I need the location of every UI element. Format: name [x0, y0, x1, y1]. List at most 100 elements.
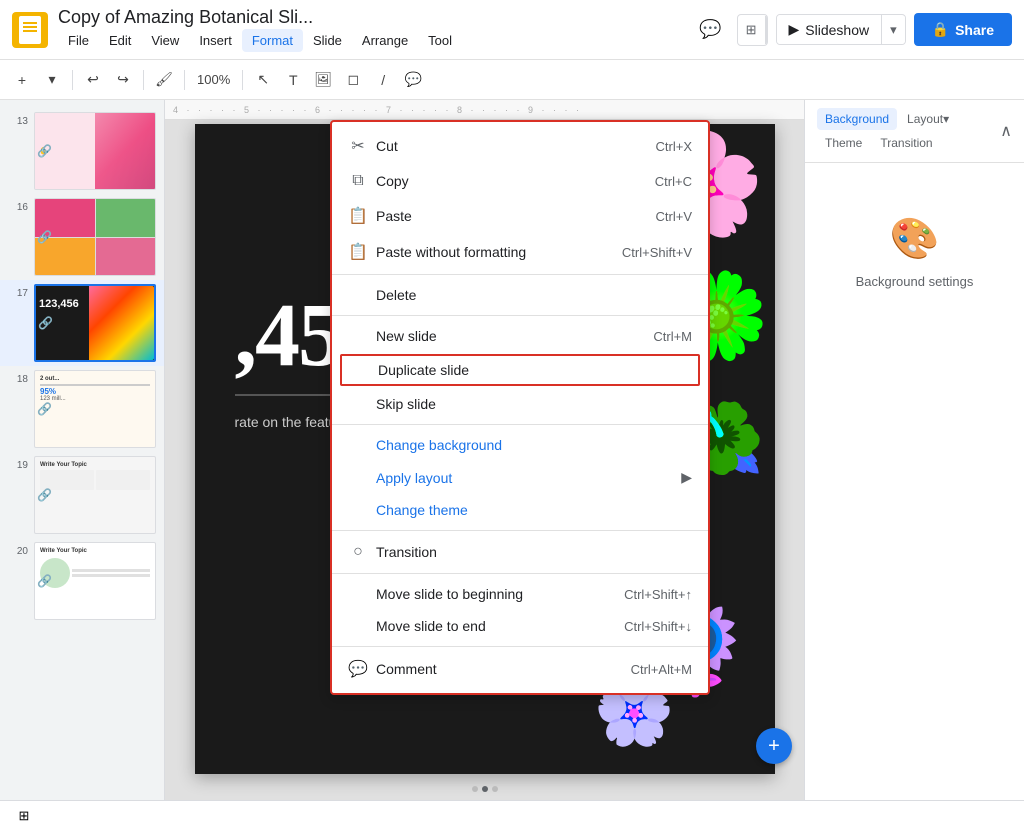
- redo-button[interactable]: ↪: [109, 66, 137, 94]
- cursor-tool[interactable]: ↖: [249, 66, 277, 94]
- add-button[interactable]: +: [8, 66, 36, 94]
- tab-transition[interactable]: Transition: [872, 132, 940, 154]
- slide-item-17[interactable]: 17 123,456 🔗: [0, 280, 164, 366]
- ctx-transition[interactable]: ○ Transition: [332, 535, 708, 569]
- ctx-paste[interactable]: 📋 Paste Ctrl+V: [332, 198, 708, 234]
- header-right: 💬 ⊞ ▶ Slideshow ▾ 🔒 Share: [693, 12, 1012, 48]
- ctx-skip-slide-label: Skip slide: [376, 396, 436, 412]
- slide-number-19: 19: [8, 460, 28, 471]
- ctx-duplicate-slide[interactable]: Duplicate slide ↖: [340, 354, 700, 386]
- ctx-new-slide-shortcut: Ctrl+M: [653, 329, 692, 344]
- canvas-area: 4 · · · · · 5 · · · · · 6 · · · · · 7 · …: [165, 100, 804, 800]
- image-tool[interactable]: 🖼: [309, 66, 337, 94]
- slide-item-13[interactable]: 13 ✋ 🔗: [0, 108, 164, 194]
- slideshow-monitor-icon: ▶: [789, 21, 800, 38]
- comment-tool[interactable]: 💬: [399, 66, 427, 94]
- slide-number-20: 20: [8, 546, 28, 557]
- menu-file[interactable]: File: [58, 29, 99, 52]
- menu-arrange[interactable]: Arrange: [352, 29, 418, 52]
- ctx-apply-layout[interactable]: Apply layout ▶: [332, 461, 708, 494]
- ctx-change-theme[interactable]: Change theme: [332, 494, 708, 526]
- right-panel-header: Background Layout▾ Theme Transition ∧: [805, 100, 1024, 163]
- ctx-duplicate-slide-label: Duplicate slide: [378, 362, 469, 378]
- shape-tool[interactable]: ◻: [339, 66, 367, 94]
- slideshow-dropdown-button[interactable]: ▾: [882, 16, 905, 44]
- tab-theme[interactable]: Theme: [817, 132, 870, 154]
- menu-edit[interactable]: Edit: [99, 29, 141, 52]
- slide-link-16: 🔗: [37, 230, 52, 244]
- toolbar-separator-2: [143, 70, 144, 90]
- ctx-separator-3: [332, 424, 708, 425]
- ctx-skip-slide[interactable]: Skip slide: [332, 388, 708, 420]
- slide-number-13: 13: [8, 116, 28, 127]
- toolbar-separator-4: [242, 70, 243, 90]
- ctx-change-background[interactable]: Change background: [332, 429, 708, 461]
- background-placeholder-text: Background settings: [817, 274, 1012, 289]
- slide-thumb-13: ✋ 🔗: [34, 112, 156, 190]
- present-expand-button[interactable]: ⊞: [738, 16, 766, 44]
- right-panel-close[interactable]: ∧: [1000, 121, 1012, 141]
- ctx-paste-label: Paste: [376, 208, 412, 224]
- grid-view-button[interactable]: ⊞: [12, 804, 36, 828]
- slides-panel: 13 ✋ 🔗 16 🔗: [0, 100, 165, 800]
- ctx-new-slide[interactable]: New slide Ctrl+M: [332, 320, 708, 352]
- ctx-cut[interactable]: ✂ Cut Ctrl+X: [332, 128, 708, 164]
- right-panel-placeholder: 🎨 Background settings: [817, 215, 1012, 289]
- ctx-copy-label: Copy: [376, 173, 409, 189]
- bottom-left: ⊞: [12, 804, 36, 828]
- bottom-bar: ⊞: [0, 800, 1024, 830]
- slide-link-17: 🔗: [38, 316, 53, 330]
- slide-item-16[interactable]: 16 🔗: [0, 194, 164, 280]
- ctx-paste-no-format[interactable]: 📋 Paste without formatting Ctrl+Shift+V: [332, 234, 708, 270]
- ctx-transition-label: Transition: [376, 544, 437, 560]
- menu-format[interactable]: Format: [242, 29, 303, 52]
- present-expand-icon: ⊞: [746, 22, 757, 37]
- undo-button[interactable]: ↩: [79, 66, 107, 94]
- ctx-separator-4: [332, 530, 708, 531]
- add-slide-button[interactable]: +: [756, 728, 792, 764]
- slide-item-19[interactable]: 19 Write Your Topic 🔗: [0, 452, 164, 538]
- menu-tool[interactable]: Tool: [418, 29, 462, 52]
- ctx-comment[interactable]: 💬 Comment Ctrl+Alt+M: [332, 651, 708, 687]
- slide-item-20[interactable]: 20 Write Your Topic 🔗: [0, 538, 164, 624]
- tab-background[interactable]: Background: [817, 108, 897, 130]
- ctx-move-end-label: Move slide to end: [376, 618, 486, 634]
- zoom-button[interactable]: 100%: [191, 66, 236, 94]
- paint-format-button[interactable]: 🖌: [150, 66, 178, 94]
- slide-item-18[interactable]: 18 2 out... 95% 123 mill... 🔗: [0, 366, 164, 452]
- ctx-separator-6: [332, 646, 708, 647]
- slide-thumb-18: 2 out... 95% 123 mill... 🔗: [34, 370, 156, 448]
- toolbar: + ▾ ↩ ↪ 🖌 100% ↖ T 🖼 ◻ / 💬: [0, 60, 1024, 100]
- apply-layout-arrow: ▶: [681, 469, 692, 486]
- chevron-down-icon: ▾: [890, 22, 897, 37]
- lock-icon: 🔒: [932, 21, 949, 38]
- ctx-cut-label: Cut: [376, 138, 398, 154]
- slide-number-16: 16: [8, 202, 28, 213]
- ctx-cut-shortcut: Ctrl+X: [656, 139, 692, 154]
- ctx-move-beginning[interactable]: Move slide to beginning Ctrl+Shift+↑: [332, 578, 708, 610]
- comment-button[interactable]: 💬: [693, 12, 729, 48]
- share-label: Share: [955, 22, 994, 38]
- scroll-dot-1: [472, 786, 478, 792]
- menu-slide[interactable]: Slide: [303, 29, 352, 52]
- ctx-new-slide-label: New slide: [376, 328, 437, 344]
- text-tool[interactable]: T: [279, 66, 307, 94]
- right-panel: Background Layout▾ Theme Transition ∧ 🎨 …: [804, 100, 1024, 800]
- document-title: Copy of Amazing Botanical Sli...: [58, 7, 454, 28]
- ctx-delete[interactable]: Delete: [332, 279, 708, 311]
- ctx-move-end[interactable]: Move slide to end Ctrl+Shift+↓: [332, 610, 708, 642]
- tab-layout[interactable]: Layout▾: [899, 108, 957, 130]
- menu-insert[interactable]: Insert: [189, 29, 242, 52]
- add-dropdown-button[interactable]: ▾: [38, 66, 66, 94]
- slide-thumb-19: Write Your Topic 🔗: [34, 456, 156, 534]
- share-button[interactable]: 🔒 Share: [914, 13, 1012, 46]
- scroll-dot-3: [492, 786, 498, 792]
- context-menu: ✂ Cut Ctrl+X ⧉ Copy Ctrl+C 📋 Paste C: [330, 120, 710, 695]
- ctx-copy[interactable]: ⧉ Copy Ctrl+C: [332, 164, 708, 198]
- slideshow-button[interactable]: ▶ Slideshow ▾: [776, 14, 906, 45]
- slide-number-18: 18: [8, 374, 28, 385]
- menu-view[interactable]: View: [141, 29, 189, 52]
- line-tool[interactable]: /: [369, 66, 397, 94]
- ctx-separator-5: [332, 573, 708, 574]
- ctx-change-background-label: Change background: [376, 437, 502, 453]
